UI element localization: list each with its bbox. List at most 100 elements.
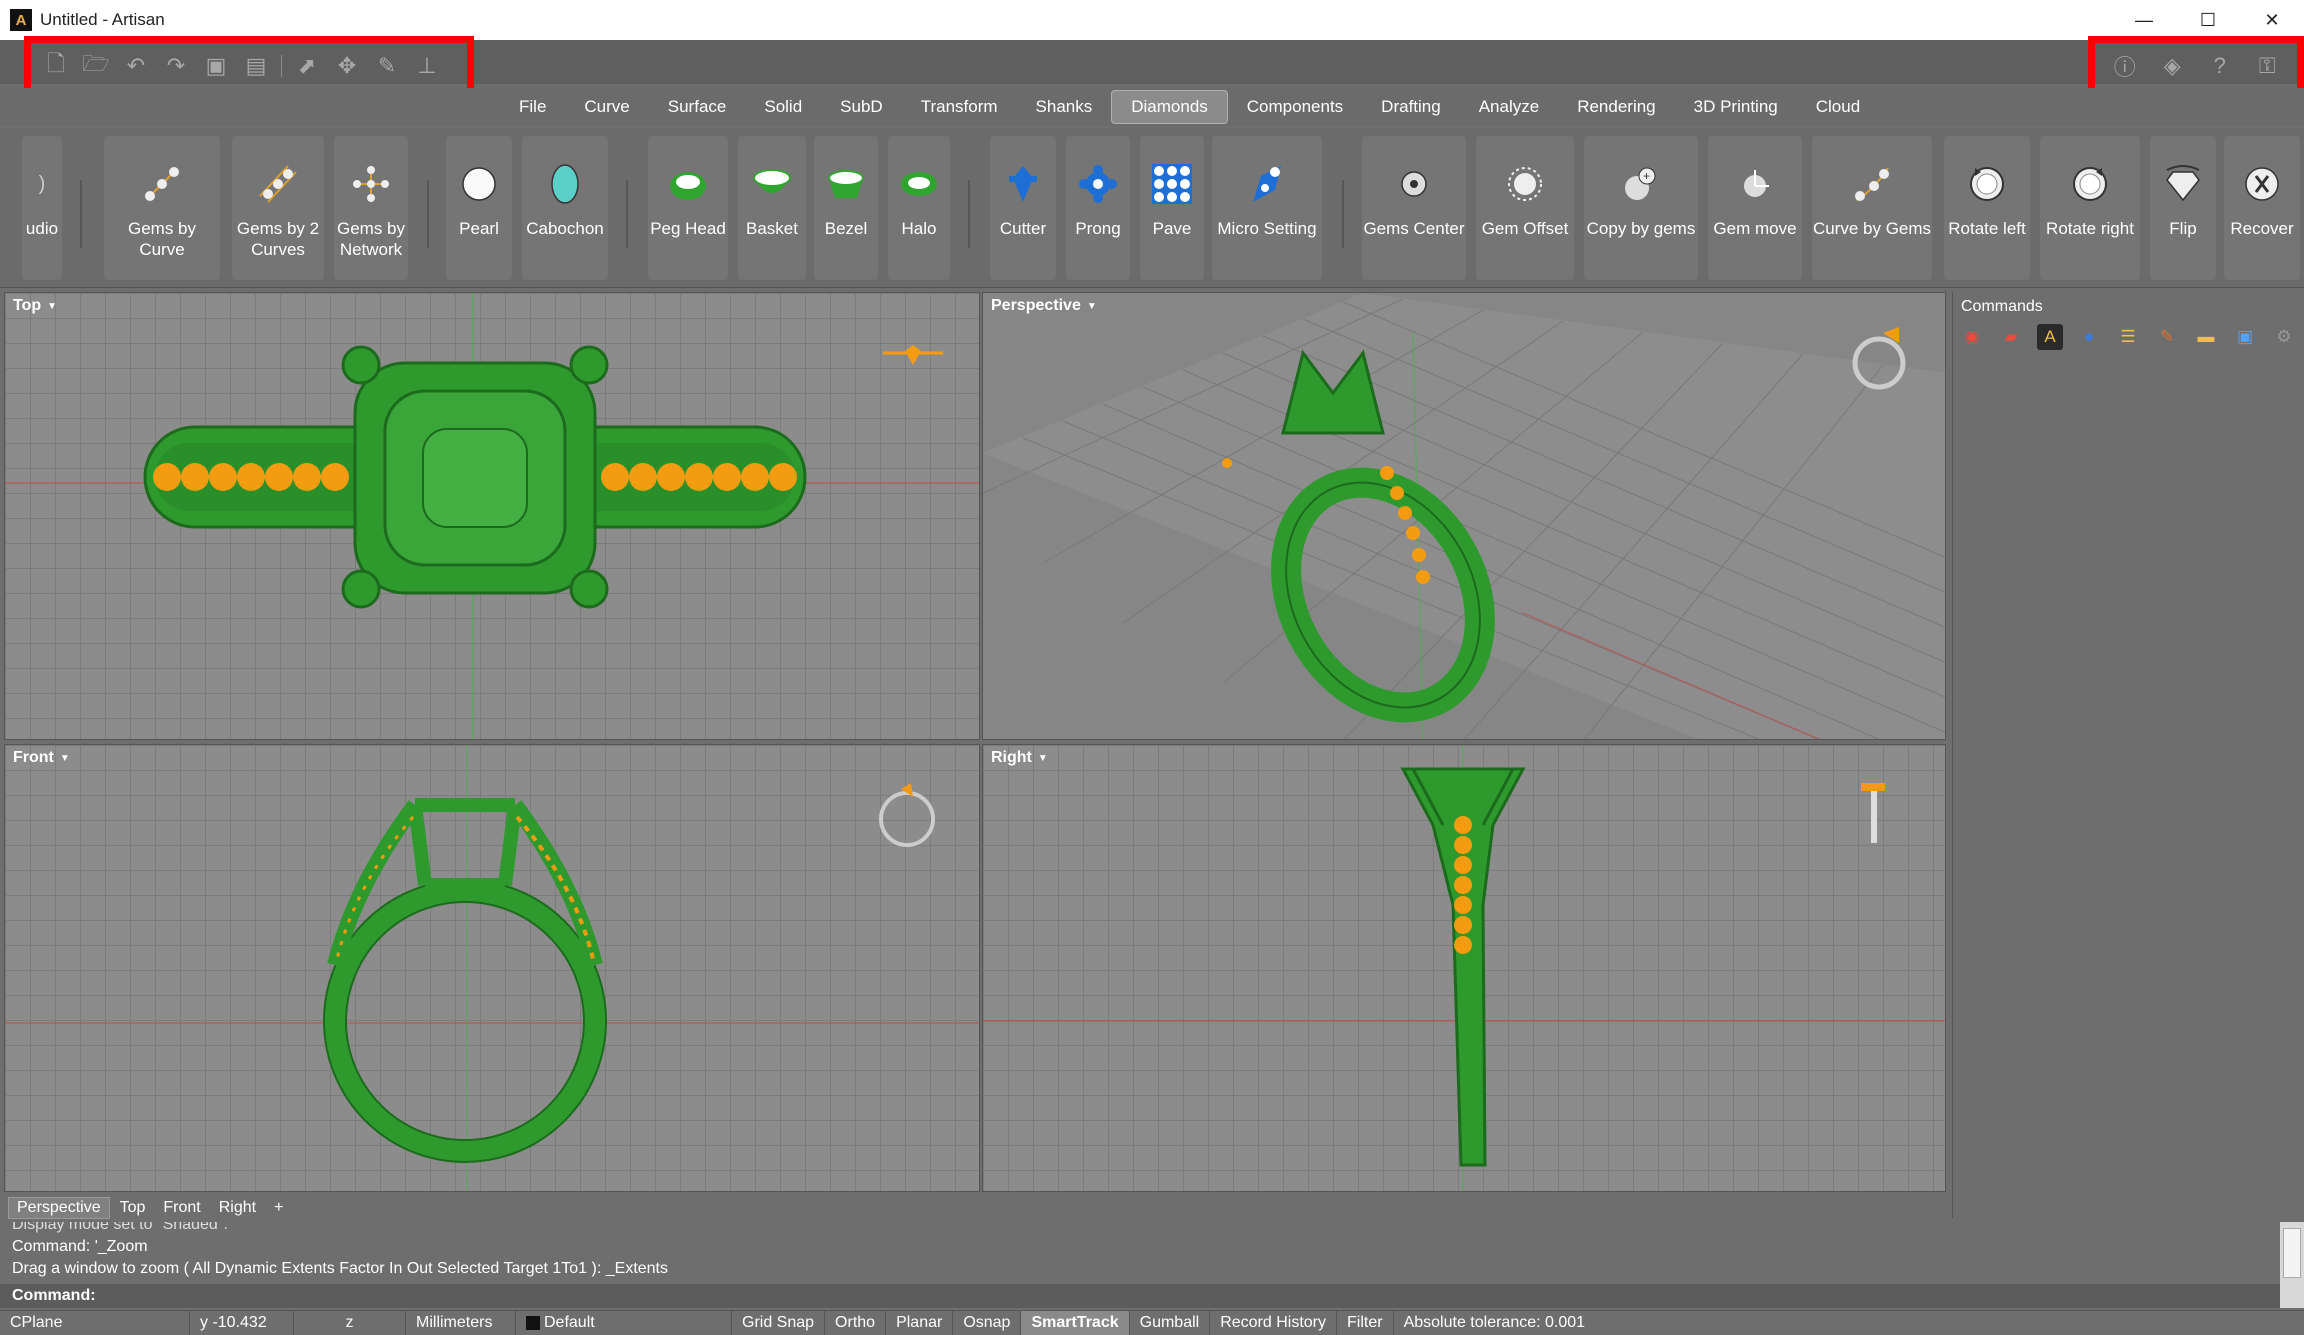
menu-diamonds[interactable]: Diamonds bbox=[1111, 90, 1228, 124]
viewport-right[interactable]: Right ▼ bbox=[982, 744, 1946, 1192]
ribbon-rotate-right-button[interactable]: Rotate right bbox=[2040, 136, 2140, 280]
materials-icon[interactable]: ▰ bbox=[1998, 324, 2024, 350]
status-units[interactable]: Millimeters bbox=[406, 1310, 516, 1335]
tab-front[interactable]: Front bbox=[155, 1198, 208, 1218]
menu-3d-printing[interactable]: 3D Printing bbox=[1675, 91, 1797, 123]
settings-gear-icon[interactable]: ⚙ bbox=[2271, 324, 2297, 350]
menu-surface[interactable]: Surface bbox=[649, 91, 746, 123]
viewport-right-label[interactable]: Right ▼ bbox=[991, 749, 1048, 767]
ribbon-micro-setting-button[interactable]: Micro Setting bbox=[1212, 136, 1322, 280]
menu-file[interactable]: File bbox=[500, 91, 565, 123]
select-icon[interactable]: ⬈ bbox=[292, 51, 322, 81]
basket-icon bbox=[750, 162, 794, 206]
ribbon-cabochon-button[interactable]: Cabochon bbox=[522, 136, 608, 280]
save-icon[interactable]: ▣ bbox=[201, 51, 231, 81]
layers-icon[interactable]: ☰ bbox=[2115, 324, 2141, 350]
save-as-icon[interactable]: ▤ bbox=[241, 51, 271, 81]
ribbon-basket-button[interactable]: Basket bbox=[738, 136, 806, 280]
tab-top[interactable]: Top bbox=[112, 1198, 154, 1218]
toggle-ortho[interactable]: Ortho bbox=[825, 1310, 887, 1335]
ribbon-gem-move-button[interactable]: Gem move bbox=[1708, 136, 1802, 280]
close-button[interactable]: ✕ bbox=[2240, 0, 2304, 40]
ribbon-gem-offset-button[interactable]: Gem Offset bbox=[1476, 136, 1574, 280]
toggle-smarttrack[interactable]: SmartTrack bbox=[1021, 1310, 1130, 1335]
menu-solid[interactable]: Solid bbox=[745, 91, 821, 123]
menu-components[interactable]: Components bbox=[1228, 91, 1362, 123]
info-icon[interactable]: ⓘ bbox=[2110, 51, 2140, 81]
chevron-down-icon[interactable]: ▼ bbox=[47, 301, 57, 312]
ribbon-copy-by-gems-button[interactable]: + Copy by gems bbox=[1584, 136, 1698, 280]
camera-icon[interactable]: ▣ bbox=[2232, 324, 2258, 350]
ribbon-flip-button[interactable]: Flip bbox=[2150, 136, 2216, 280]
license-key-icon[interactable]: ⚿ bbox=[2252, 51, 2282, 81]
ribbon-bezel-button[interactable]: Bezel bbox=[814, 136, 878, 280]
ribbon-pearl-button[interactable]: Pearl bbox=[446, 136, 512, 280]
menu-cloud[interactable]: Cloud bbox=[1797, 91, 1879, 123]
history-scrollbar[interactable] bbox=[2280, 1222, 2304, 1308]
status-cplane[interactable]: CPlane bbox=[0, 1310, 190, 1335]
toggle-record-history[interactable]: Record History bbox=[1210, 1310, 1338, 1335]
toggle-osnap[interactable]: Osnap bbox=[953, 1310, 1022, 1335]
ribbon-gems-by-network-button[interactable]: Gems by Network bbox=[334, 136, 408, 280]
menu-transform[interactable]: Transform bbox=[902, 91, 1017, 123]
redo-icon[interactable]: ↷ bbox=[161, 51, 191, 81]
menu-rendering[interactable]: Rendering bbox=[1558, 91, 1674, 123]
add-viewport-tab-button[interactable]: + bbox=[266, 1198, 291, 1218]
toggle-gumball[interactable]: Gumball bbox=[1130, 1310, 1211, 1335]
ribbon-gems-by-2-curves-button[interactable]: Gems by 2 Curves bbox=[232, 136, 324, 280]
ribbon-rotate-left-button[interactable]: Rotate left bbox=[1944, 136, 2030, 280]
minimize-button[interactable]: — bbox=[2112, 0, 2176, 40]
help-icon[interactable]: ? bbox=[2205, 51, 2235, 81]
new-file-icon[interactable]: 🗋 bbox=[41, 51, 71, 81]
command-input-line[interactable]: Command: bbox=[0, 1284, 2280, 1308]
brush-icon[interactable]: ✎ bbox=[2154, 324, 2180, 350]
learn-icon[interactable]: ◈ bbox=[2157, 51, 2187, 81]
menu-shanks[interactable]: Shanks bbox=[1017, 91, 1112, 123]
open-file-icon[interactable]: 🗁 bbox=[81, 51, 111, 81]
ribbon-halo-button[interactable]: Halo bbox=[888, 136, 950, 280]
folder-icon[interactable]: ▬ bbox=[2193, 324, 2219, 350]
artisan-panel-icon[interactable]: A bbox=[2037, 324, 2063, 350]
move-icon[interactable]: ✥ bbox=[332, 51, 362, 81]
point-edit-icon[interactable]: ✎ bbox=[372, 51, 402, 81]
ribbon-gems-by-curve-button[interactable]: Gems by Curve bbox=[104, 136, 220, 280]
viewport-top-label[interactable]: Top ▼ bbox=[13, 297, 57, 315]
menu-curve[interactable]: Curve bbox=[565, 91, 648, 123]
tab-perspective[interactable]: Perspective bbox=[8, 1197, 110, 1219]
viewport-perspective[interactable]: Perspective ▼ bbox=[982, 292, 1946, 740]
viewport-front[interactable]: Front ▼ bbox=[4, 744, 980, 1192]
maximize-button[interactable]: ☐ bbox=[2176, 0, 2240, 40]
chevron-down-icon[interactable]: ▼ bbox=[1038, 753, 1048, 764]
dimension-icon[interactable]: ⊥ bbox=[412, 51, 442, 81]
viewport-front-label[interactable]: Front ▼ bbox=[13, 749, 70, 767]
status-layer[interactable]: Default bbox=[516, 1310, 732, 1335]
ribbon-peg-head-button[interactable]: Peg Head bbox=[648, 136, 728, 280]
ribbon-audio-button[interactable]: ) udio bbox=[22, 136, 62, 280]
pave-icon bbox=[1150, 162, 1194, 206]
quick-access-toolbar-right: ⓘ ◈ ? ⚿ bbox=[2088, 36, 2304, 96]
undo-icon[interactable]: ↶ bbox=[121, 51, 151, 81]
front-view-model bbox=[5, 745, 979, 1191]
scrollbar-thumb[interactable] bbox=[2283, 1228, 2301, 1278]
menu-subd[interactable]: SubD bbox=[821, 91, 902, 123]
color-wheel-icon[interactable]: ◉ bbox=[1959, 324, 1985, 350]
ribbon-pave-button[interactable]: Pave bbox=[1140, 136, 1204, 280]
toggle-filter[interactable]: Filter bbox=[1337, 1310, 1394, 1335]
viewport-top[interactable]: Top ▼ bbox=[4, 292, 980, 740]
ribbon-recover-button[interactable]: Recover bbox=[2224, 136, 2300, 280]
toggle-grid-snap[interactable]: Grid Snap bbox=[732, 1310, 826, 1335]
ribbon-cutter-button[interactable]: Cutter bbox=[990, 136, 1056, 280]
halo-icon bbox=[897, 162, 941, 206]
ribbon-gems-center-button[interactable]: Gems Center bbox=[1362, 136, 1466, 280]
chevron-down-icon[interactable]: ▼ bbox=[1087, 301, 1097, 312]
ribbon-prong-button[interactable]: Prong bbox=[1066, 136, 1130, 280]
quick-access-toolbar-left: 🗋 🗁 ↶ ↷ ▣ ▤ ⬈ ✥ ✎ ⊥ bbox=[24, 36, 474, 96]
menu-analyze[interactable]: Analyze bbox=[1460, 91, 1558, 123]
tab-right[interactable]: Right bbox=[211, 1198, 264, 1218]
render-sphere-icon[interactable]: ● bbox=[2076, 324, 2102, 350]
menu-drafting[interactable]: Drafting bbox=[1362, 91, 1460, 123]
viewport-perspective-label[interactable]: Perspective ▼ bbox=[991, 297, 1097, 315]
toggle-planar[interactable]: Planar bbox=[886, 1310, 954, 1335]
chevron-down-icon[interactable]: ▼ bbox=[60, 753, 70, 764]
ribbon-curve-by-gems-button[interactable]: Curve by Gems bbox=[1812, 136, 1932, 280]
